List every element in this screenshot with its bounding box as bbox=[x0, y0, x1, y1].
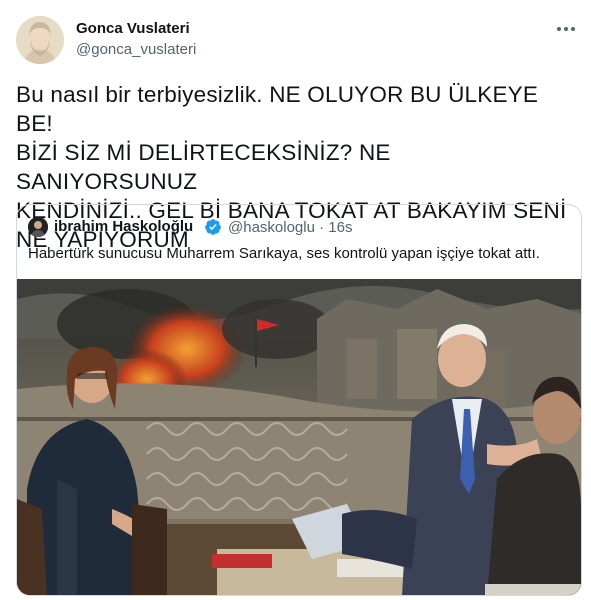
quoted-author-avatar[interactable] bbox=[28, 217, 48, 237]
author-handle[interactable]: @gonca_vuslateri bbox=[76, 41, 196, 58]
quoted-author-name[interactable]: ibrahim Haskoloğlu bbox=[54, 218, 193, 235]
tweet-text-line: Bu nasıl bir terbiyesizlik. NE OLUYOR BU… bbox=[16, 82, 539, 136]
tweet-card: Gonca Vuslateri @gonca_vuslateri Bu nası… bbox=[0, 0, 591, 600]
dot bbox=[571, 27, 575, 31]
verified-badge-icon bbox=[205, 219, 221, 235]
quoted-media[interactable] bbox=[17, 279, 581, 595]
avatar-image bbox=[16, 16, 64, 64]
quoted-text: Habertürk sunucusu Muharrem Sarıkaya, se… bbox=[28, 245, 540, 262]
quoted-avatar-image bbox=[28, 217, 48, 237]
author-name[interactable]: Gonca Vuslateri bbox=[76, 20, 190, 37]
video-still-image bbox=[17, 279, 581, 595]
quoted-tweet[interactable]: ibrahim Haskoloğlu @haskologlu · 16s Hab… bbox=[16, 204, 582, 596]
more-horizontal-icon[interactable] bbox=[555, 18, 577, 40]
tweet-text-line: BİZİ SİZ Mİ DELİRTECEKSİNİZ? NE SANIYORS… bbox=[16, 140, 391, 194]
quoted-handle-time[interactable]: @haskologlu · 16s bbox=[228, 219, 352, 236]
author-avatar[interactable] bbox=[16, 16, 64, 64]
dot bbox=[564, 27, 568, 31]
dot bbox=[557, 27, 561, 31]
